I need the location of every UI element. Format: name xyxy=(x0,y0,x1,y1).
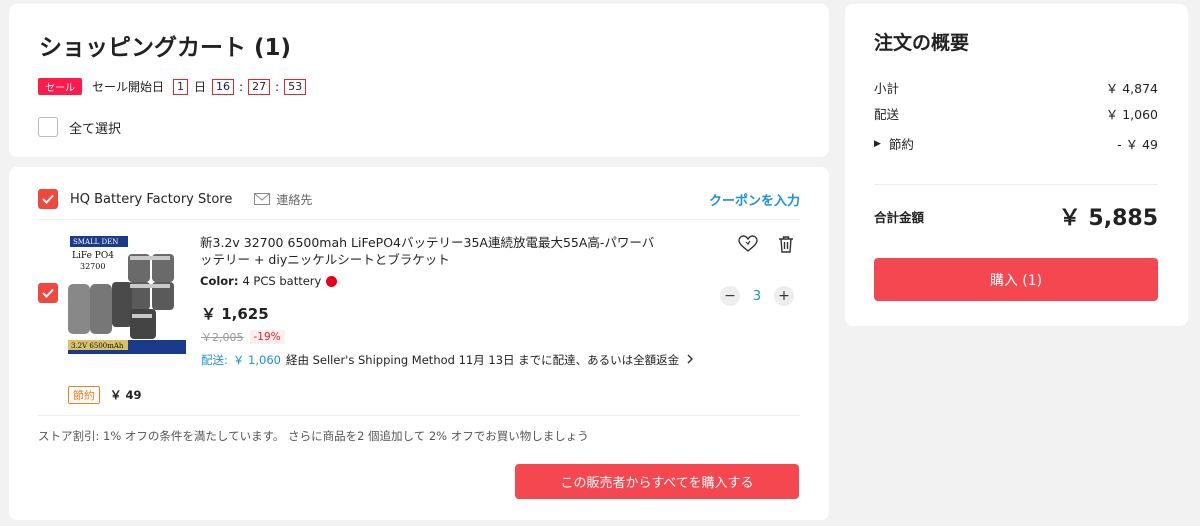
divider xyxy=(38,415,800,416)
quantity-plus-button[interactable]: + xyxy=(774,286,794,306)
sale-countdown: セール セール開始日 1 日 16 : 27 : 53 xyxy=(38,78,309,95)
sale-text: セール開始日 xyxy=(92,80,165,94)
divider xyxy=(874,184,1158,185)
contact-seller[interactable]: 連絡先 xyxy=(254,191,312,208)
image-label-bottom: 3.2V 6500mAh xyxy=(71,342,124,350)
subtotal-row: 小計 ￥ 4,874 xyxy=(874,78,1158,97)
select-all[interactable]: 全て選択 xyxy=(38,117,121,137)
item-checkbox[interactable] xyxy=(38,283,58,303)
chevron-right-icon xyxy=(687,353,694,367)
color-value: 4 PCS battery xyxy=(242,274,322,288)
countdown-day-unit: 日 xyxy=(194,80,207,94)
select-all-label: 全て選択 xyxy=(69,121,122,137)
page-title: ショッピングカート (1) xyxy=(39,35,292,61)
cart-header-card: ショッピングカート (1) セール セール開始日 1 日 16 : 27 : 5… xyxy=(9,4,829,157)
store-header: HQ Battery Factory Store 連絡先 クーポンを入力 xyxy=(38,189,800,209)
subtotal-value: ￥ 4,874 xyxy=(1105,81,1158,96)
saving-amount: ￥ 49 xyxy=(110,388,142,402)
shipping-info[interactable]: 配送: ￥ 1,060 経由 Seller's Shipping Method … xyxy=(201,352,694,368)
total-value: ￥ 5,885 xyxy=(1058,206,1158,231)
savings-value: - ￥ 49 xyxy=(1117,137,1158,152)
shipping-row: 配送 ￥ 1,060 xyxy=(874,104,1158,123)
color-label: Color: xyxy=(200,274,239,288)
caret-right-icon: ▶ xyxy=(874,138,881,149)
original-price-row: ￥2,005 -19% xyxy=(201,329,285,345)
shipping-desc: 経由 Seller's Shipping Method 11月 13日 までに配… xyxy=(285,353,680,367)
store-card: HQ Battery Factory Store 連絡先 クーポンを入力 SMA… xyxy=(9,167,829,520)
store-discount-text: ストア割引: 1% オフの条件を満たしています。 さらに商品を2 個追加して 2… xyxy=(38,429,589,443)
countdown-hours: 16 xyxy=(212,78,235,95)
store-name[interactable]: HQ Battery Factory Store xyxy=(70,192,232,207)
savings-label: 節約 xyxy=(888,137,914,152)
discount-badge: -19% xyxy=(249,330,285,344)
total-row: 合計金額 ￥ 5,885 xyxy=(874,200,1158,232)
total-label: 合計金額 xyxy=(874,209,925,225)
contact-label: 連絡先 xyxy=(276,192,313,207)
product-price: ￥ 1,625 xyxy=(201,305,269,323)
product-title[interactable]: 新3.2v 32700 6500mah LiFePO4バッテリー35A連続放電最… xyxy=(200,234,660,268)
trash-icon[interactable] xyxy=(778,235,794,257)
sale-badge: セール xyxy=(38,78,82,95)
savings-row[interactable]: ▶ 節約 - ￥ 49 xyxy=(874,134,1158,153)
product-variant[interactable]: Color: 4 PCS battery xyxy=(200,274,338,288)
buy-all-from-seller-button[interactable]: この販売者からすべてを購入する xyxy=(515,464,799,499)
product-image[interactable]: SMALL DEN LiFe PO4 32700 3.2V 6500mAh xyxy=(68,234,186,354)
select-all-checkbox[interactable] xyxy=(38,117,58,137)
shipping-label: 配送 xyxy=(874,107,900,122)
image-label-model: 32700 xyxy=(80,262,105,271)
buy-button[interactable]: 購入 (1) xyxy=(874,258,1158,301)
order-summary-card: 注文の概要 小計 ￥ 4,874 配送 ￥ 1,060 ▶ 節約 - ￥ 49 … xyxy=(845,4,1188,326)
countdown-separator: : xyxy=(275,79,280,94)
shipping-value: ￥ 1,060 xyxy=(1105,107,1158,122)
quantity-value[interactable]: 3 xyxy=(740,289,774,304)
countdown-minutes: 27 xyxy=(248,78,271,95)
saving-row: 節約 ￥ 49 xyxy=(68,386,142,404)
shipping-price: ￥ 1,060 xyxy=(232,353,281,367)
wishlist-heart-icon[interactable] xyxy=(738,235,758,257)
store-checkbox[interactable] xyxy=(38,189,58,209)
countdown-days: 1 xyxy=(173,78,189,95)
original-price: ￥2,005 xyxy=(201,331,244,344)
countdown-separator: : xyxy=(239,79,244,94)
saving-badge: 節約 xyxy=(68,386,100,404)
item-actions xyxy=(738,235,794,257)
coupon-link[interactable]: クーポンを入力 xyxy=(709,190,800,209)
summary-title: 注文の概要 xyxy=(874,32,970,54)
shipping-label: 配送: xyxy=(201,353,228,367)
image-label-top: SMALL DEN xyxy=(73,238,118,246)
quantity-minus-button[interactable]: − xyxy=(720,286,740,306)
quantity-stepper: − 3 + xyxy=(720,286,794,306)
color-swatch xyxy=(326,275,338,287)
image-label-chem: LiFe PO4 xyxy=(72,251,114,261)
countdown-seconds: 53 xyxy=(284,78,307,95)
divider xyxy=(38,219,800,220)
subtotal-label: 小計 xyxy=(874,81,900,96)
mail-icon xyxy=(254,193,271,205)
